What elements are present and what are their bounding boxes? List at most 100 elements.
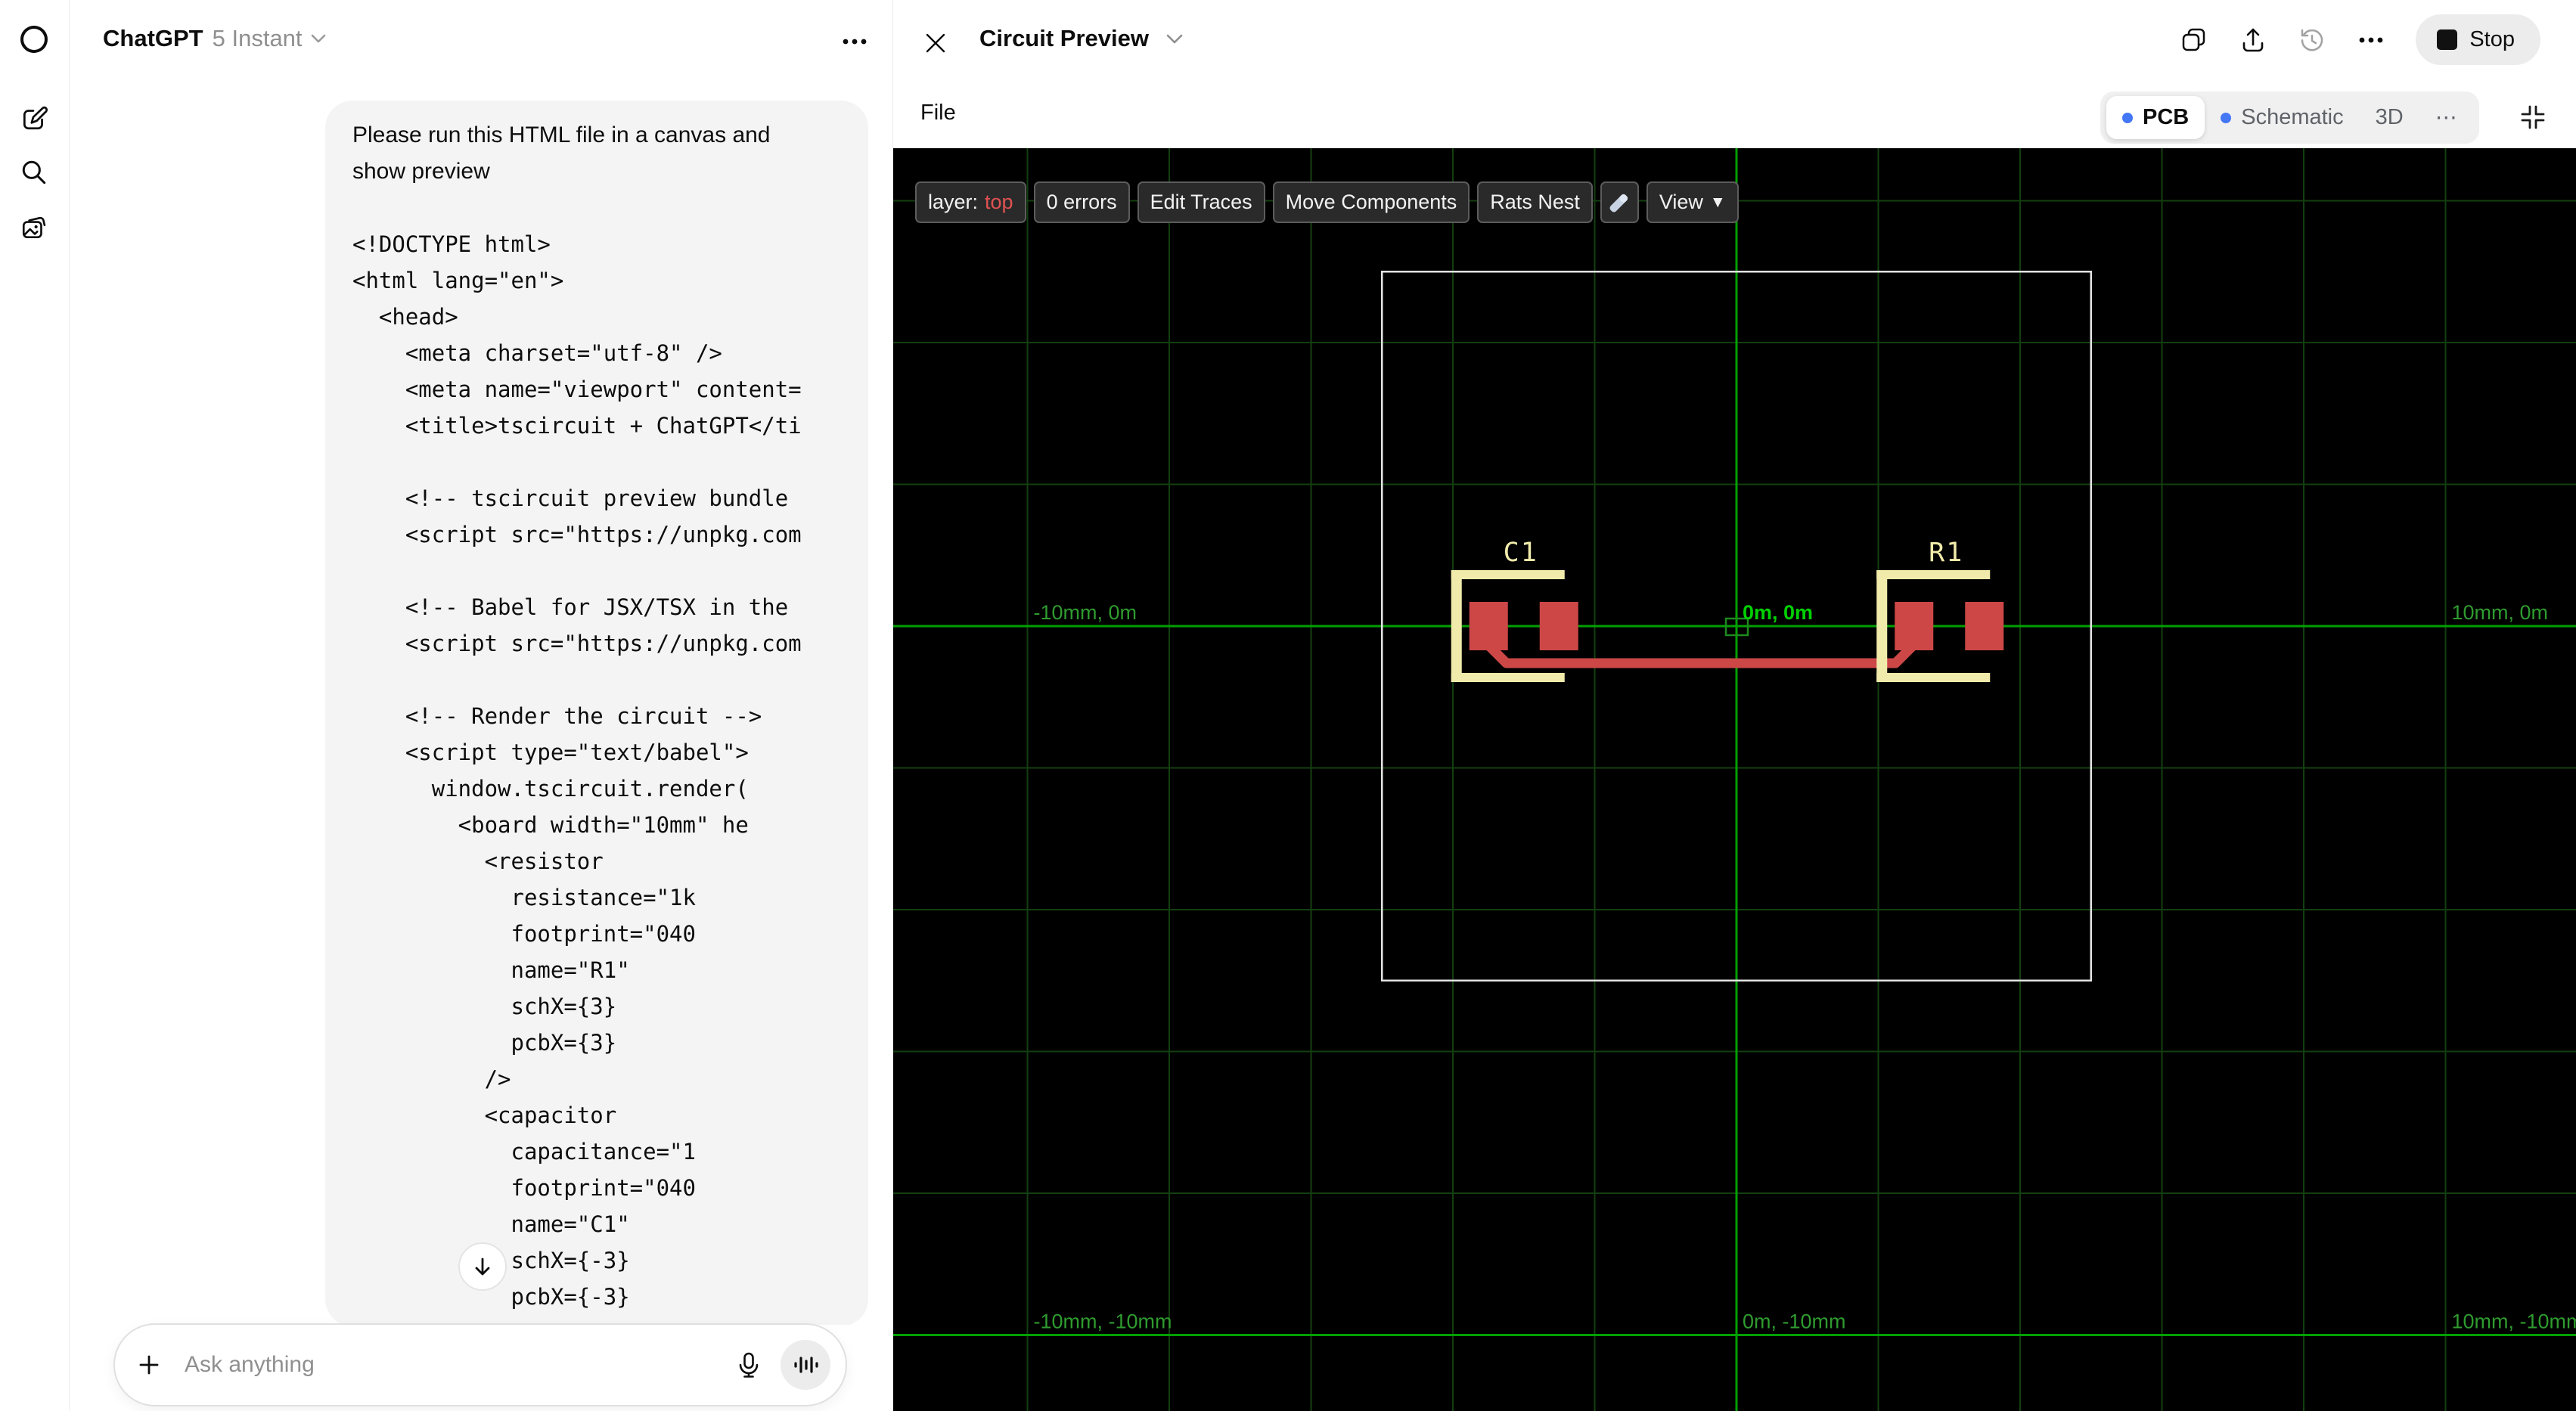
- pcb-toolbar: layer: top 0 errors Edit Traces Move Compone…: [915, 181, 1739, 223]
- toolbar-label: Rats Nest: [1490, 191, 1580, 213]
- code-line: <!-- Render the circuit -->: [352, 703, 762, 729]
- caret-down-icon: ▼: [1709, 193, 1726, 211]
- stop-button[interactable]: Stop: [2416, 14, 2540, 65]
- tab-label: PCB: [2143, 105, 2190, 129]
- user-message-text: Please run this HTML file in a canvas an…: [352, 117, 841, 190]
- coord-label: 0m, -10mm: [1743, 1310, 1846, 1333]
- canvas-subheader: File PCB Schematic 3D ⋯: [893, 79, 2576, 148]
- attach-plus-icon[interactable]: [135, 1351, 163, 1379]
- layer-prefix: layer:: [928, 191, 979, 213]
- silkscreen-bottom: [1451, 673, 1565, 682]
- toolbar-label: 0 errors: [1046, 191, 1117, 213]
- code-line: <script type="text/babel">: [352, 740, 749, 765]
- model-switcher[interactable]: ChatGPT 5 Instant: [103, 25, 327, 52]
- ellipsis-icon: [2359, 37, 2383, 42]
- code-line: <script src="https://unpkg.com: [352, 631, 802, 656]
- collapse-panel-button[interactable]: [2516, 101, 2550, 134]
- layer-value: top: [985, 191, 1013, 213]
- chat-panel: ChatGPT 5 Instant Please run this HTML f…: [70, 0, 892, 1411]
- code-line: footprint="040: [352, 1175, 696, 1201]
- chevron-down-icon: [311, 34, 325, 43]
- close-canvas-button[interactable]: [920, 28, 951, 58]
- code-line: />: [352, 1066, 511, 1092]
- code-line: <html lang="en">: [352, 268, 564, 293]
- share-button[interactable]: [2239, 26, 2267, 54]
- pad-left: [1895, 602, 1934, 650]
- more-options-button[interactable]: [2357, 26, 2385, 54]
- pcb-view[interactable]: C1 R1 -10mm, 0m 0m, 0m 10mm, 0m -10mm, -10mm 0…: [893, 148, 2576, 1411]
- model-name: 5 Instant: [213, 25, 327, 52]
- user-message-bubble: Please run this HTML file in a canvas an…: [325, 101, 868, 1326]
- message-line: Please run this HTML file in a canvas an…: [352, 122, 771, 147]
- tab-label: 3D: [2375, 105, 2404, 129]
- 0-errors-button[interactable]: 0 errors: [1033, 181, 1130, 223]
- share-upload-icon: [2243, 28, 2264, 51]
- close-icon: [926, 33, 945, 53]
- microphone-icon: [739, 1352, 759, 1378]
- code-line: name="C1": [352, 1211, 630, 1237]
- search-button[interactable]: [17, 155, 51, 190]
- stop-label: Stop: [2469, 27, 2515, 51]
- chat-options-button[interactable]: [833, 23, 876, 60]
- tab-dot-icon: [2122, 112, 2133, 123]
- component-label: R1: [1929, 538, 1963, 568]
- voice-mode-button[interactable]: [781, 1340, 830, 1390]
- library-images-icon: [22, 216, 46, 238]
- user-message-code: <!DOCTYPE html> <html lang="en"> <head> <…: [352, 226, 841, 1326]
- view-menu-button[interactable]: View ▼: [1646, 181, 1739, 223]
- view-tabs: PCB Schematic 3D ⋯: [2100, 91, 2479, 144]
- edit-traces-button[interactable]: Edit Traces: [1137, 181, 1265, 223]
- code-line: <!-- tscircuit preview bundle: [352, 485, 789, 511]
- code-line: name="R1": [352, 957, 630, 983]
- new-chat-icon: [23, 106, 48, 130]
- code-line: <meta charset="utf-8" />: [352, 340, 722, 366]
- file-menu[interactable]: File: [920, 101, 956, 126]
- code-line: schX={3}: [352, 994, 617, 1019]
- chevron-down-icon: [1166, 34, 1183, 43]
- code-line: schX={-3}: [511, 1248, 630, 1273]
- code-line: <board width="10mm" he: [352, 812, 749, 838]
- move-components-button[interactable]: Move Components: [1272, 181, 1470, 223]
- coord-label: -10mm, 0m: [1034, 601, 1137, 624]
- coord-label: 0m, 0m: [1743, 601, 1813, 624]
- tab-3d[interactable]: 3D: [2360, 96, 2419, 139]
- layer-selector-button[interactable]: layer: top: [915, 181, 1026, 223]
- tab-dot-icon: [2221, 112, 2232, 123]
- code-line: <script src="https://unpkg.com: [352, 522, 802, 547]
- code-line: resistance="1k: [352, 885, 696, 910]
- code-line: <head>: [352, 304, 458, 330]
- silkscreen-top: [1876, 570, 1991, 579]
- pcb-canvas[interactable]: C1 R1 -10mm, 0m 0m, 0m 10mm, 0m -10mm, -10mm 0…: [893, 148, 2576, 1411]
- silkscreen-left: [1876, 570, 1888, 682]
- trace-pencil-button[interactable]: [1600, 181, 1639, 223]
- composer-placeholder[interactable]: Ask anything: [185, 1352, 731, 1378]
- dictate-button[interactable]: [731, 1347, 767, 1383]
- toolbar-label: Edit Traces: [1150, 191, 1252, 213]
- canvas-title: Circuit Preview: [979, 25, 1149, 51]
- arrow-down-icon: [475, 1257, 490, 1276]
- component-label: C1: [1504, 538, 1538, 568]
- toolbar-label: Move Components: [1285, 191, 1457, 213]
- message-line: show preview: [352, 159, 490, 184]
- canvas-title-dropdown[interactable]: Circuit Preview: [979, 25, 1184, 52]
- code-line: <capacitor: [352, 1102, 617, 1128]
- code-line: <title>tscircuit + ChatGPT</ti: [352, 413, 802, 439]
- tab-schematic[interactable]: Schematic: [2205, 96, 2359, 139]
- code-line: <resistor: [352, 848, 604, 874]
- new-chat-button[interactable]: [17, 101, 51, 135]
- rats-nest-button[interactable]: Rats Nest: [1477, 181, 1593, 223]
- history-button[interactable]: [2298, 26, 2326, 54]
- code-line: footprint="040: [352, 921, 696, 947]
- canvas-header: Circuit Preview Stop: [893, 0, 2576, 79]
- scroll-to-bottom-button[interactable]: [458, 1242, 507, 1291]
- tab-⋯[interactable]: ⋯: [2419, 96, 2473, 139]
- copy-button[interactable]: [2180, 26, 2208, 54]
- voice-waveform-icon: [794, 1357, 818, 1373]
- copy-icon: [2183, 28, 2205, 51]
- tab-pcb[interactable]: PCB: [2106, 96, 2205, 139]
- library-button[interactable]: [17, 210, 51, 245]
- ellipsis-icon: [843, 39, 867, 45]
- message-input[interactable]: Ask anything: [113, 1323, 847, 1406]
- app-title: ChatGPT: [103, 25, 203, 51]
